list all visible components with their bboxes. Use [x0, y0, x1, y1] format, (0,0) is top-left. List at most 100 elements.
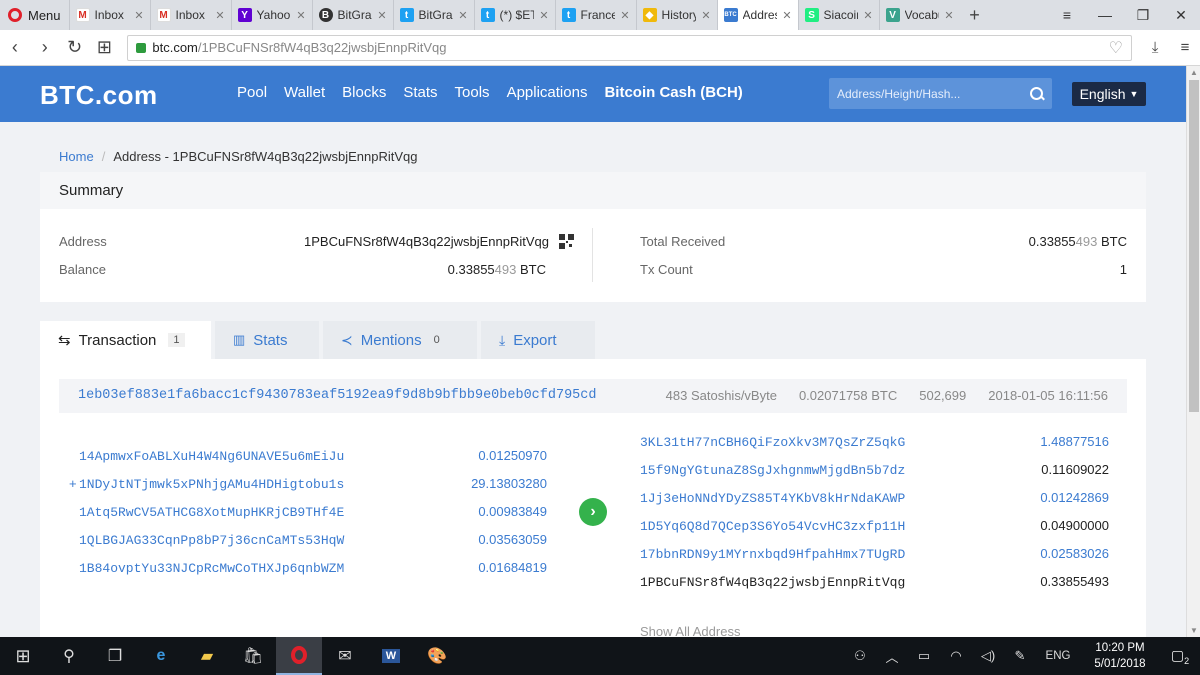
output-address[interactable]: 1D5Yq6Q8d7QCep3S6Yo54VcvHC3zxfp11H: [640, 519, 905, 534]
windows-start-icon[interactable]: ⊞: [0, 637, 46, 675]
browser-tab[interactable]: t France ✕: [554, 0, 636, 30]
new-tab-button[interactable]: +: [960, 5, 990, 26]
browser-tab[interactable]: V Vocabulary ✕: [878, 0, 960, 30]
site-logo[interactable]: BTC.com: [40, 80, 158, 111]
browser-tab[interactable]: M Inbox ✕: [149, 0, 231, 30]
opera-taskbar-icon[interactable]: [276, 637, 322, 675]
browser-tab[interactable]: M Inbox ✕: [68, 0, 150, 30]
input-address[interactable]: 14ApmwxFoABLXuH4W4Ng6UNAVE5u6mEiJu: [79, 449, 344, 464]
browser-tab[interactable]: S Siacoin (SC ✕: [797, 0, 879, 30]
pen-icon[interactable]: ✎: [1004, 648, 1036, 664]
transaction-hash-link[interactable]: 1eb03ef883e1fa6bacc1cf9430783eaf5192ea9f…: [78, 388, 596, 403]
tab-label: Export: [513, 331, 557, 349]
output-address[interactable]: 17bbnRDN9y1MYrnxbqd9HfpahHmx7TUgRD: [640, 547, 905, 562]
expand-plus-icon[interactable]: +: [69, 476, 77, 491]
close-window-icon[interactable]: ✕: [1162, 7, 1200, 24]
wifi-icon[interactable]: ◠: [940, 648, 972, 664]
people-icon[interactable]: ⚇: [844, 648, 876, 664]
search-input[interactable]: [837, 86, 1017, 101]
tab-mentions[interactable]: ≺ Mentions 0: [323, 321, 477, 359]
nav-tools[interactable]: Tools: [455, 84, 490, 101]
volume-icon[interactable]: ◁): [972, 648, 1004, 664]
address-value[interactable]: 1PBCuFNSr8fW4qB3q22jwsbjEnnpRitVqg: [304, 234, 549, 249]
url-path: /1PBCuFNSr8fW4qB3q22jwsbjEnnpRitVqg: [197, 40, 447, 55]
nav-wallet[interactable]: Wallet: [284, 84, 325, 101]
tab-title: Vocabulary: [904, 8, 940, 22]
close-tab-icon[interactable]: ✕: [701, 9, 710, 22]
nav-blocks[interactable]: Blocks: [342, 84, 386, 101]
task-view-icon[interactable]: ❐: [92, 637, 138, 675]
breadcrumb-home[interactable]: Home: [59, 149, 94, 164]
show-hidden-icons-icon[interactable]: ︿: [876, 647, 908, 666]
close-tab-icon[interactable]: ✕: [782, 9, 791, 22]
word-icon[interactable]: W: [368, 637, 414, 675]
file-explorer-icon[interactable]: ▰: [184, 637, 230, 675]
edge-icon[interactable]: e: [138, 637, 184, 675]
content-tabs: ⇆ Transaction 1 ▥ Stats ≺ Mentions 0 ⤓ E…: [40, 321, 595, 359]
output-address[interactable]: 15f9NgYGtunaZ8SgJxhgnmwMjgdBn5b7dz: [640, 463, 905, 478]
restore-icon[interactable]: ❐: [1124, 7, 1162, 24]
search-icon[interactable]: ⚲: [46, 637, 92, 675]
input-address[interactable]: 1Atq5RwCV5ATHCG8XotMupHKRjCB9THf4E: [79, 505, 344, 520]
close-tab-icon[interactable]: ✕: [539, 9, 548, 22]
scrollbar-thumb[interactable]: [1189, 80, 1199, 412]
action-center-icon[interactable]: ▢2: [1160, 647, 1200, 666]
paint-icon[interactable]: 🎨: [414, 637, 460, 675]
close-tab-icon[interactable]: ✕: [377, 9, 386, 22]
output-address[interactable]: 3KL31tH77nCBH6QiFzoXkv3M7QsZrZ5qkG: [640, 435, 905, 450]
browser-tab-active[interactable]: BTC Address ✕: [716, 0, 798, 30]
minimize-icon[interactable]: —: [1086, 7, 1124, 24]
browser-menu-icon[interactable]: ≡: [1170, 39, 1200, 56]
page-scrollbar[interactable]: ▲ ▼: [1186, 66, 1200, 637]
summary-title: Summary: [40, 172, 1146, 209]
close-tab-icon[interactable]: ✕: [215, 9, 224, 22]
browser-tab[interactable]: ◆ History-Bi ✕: [635, 0, 717, 30]
input-address[interactable]: 1B84ovptYu33NJCpRcMwCoTHXJp6qnbWZM: [79, 561, 344, 576]
browser-tab[interactable]: t BitGrail ✕: [392, 0, 474, 30]
qr-code-icon[interactable]: [559, 234, 574, 249]
scroll-up-icon[interactable]: ▲: [1190, 68, 1198, 77]
nav-stats[interactable]: Stats: [403, 84, 437, 101]
close-tab-icon[interactable]: ✕: [620, 9, 629, 22]
tab-label: Transaction: [78, 331, 157, 349]
close-tab-icon[interactable]: ✕: [863, 9, 872, 22]
mail-icon[interactable]: ✉: [322, 637, 368, 675]
close-tab-icon[interactable]: ✕: [134, 9, 143, 22]
browser-tab[interactable]: t (*) $ETN ✕: [473, 0, 555, 30]
input-language[interactable]: ENG: [1036, 650, 1080, 662]
close-tab-icon[interactable]: ✕: [458, 9, 467, 22]
store-icon[interactable]: 🛍: [230, 637, 276, 675]
url-input[interactable]: btc.com/1PBCuFNSr8fW4qB3q22jwsbjEnnpRitV…: [127, 34, 1133, 61]
tab-export[interactable]: ⤓ Export: [481, 321, 595, 359]
secure-lock-icon: [136, 42, 147, 53]
close-tab-icon[interactable]: ✕: [944, 9, 953, 22]
tiles-icon[interactable]: ⊞: [90, 37, 120, 58]
download-icon[interactable]: ⤓: [1140, 39, 1170, 56]
clock[interactable]: 10:20 PM 5/01/2018: [1080, 640, 1160, 672]
block-height[interactable]: 502,699: [919, 388, 966, 403]
tab-stats[interactable]: ▥ Stats: [215, 321, 319, 359]
total-received-unit: BTC: [1101, 234, 1127, 249]
browser-tab[interactable]: Y Yahoo ✕: [230, 0, 312, 30]
battery-icon[interactable]: ▭: [908, 648, 940, 664]
nav-bitcoin-cash[interactable]: Bitcoin Cash (BCH): [604, 84, 742, 101]
url-host: btc.com: [152, 40, 198, 55]
reload-icon[interactable]: ↻: [60, 37, 90, 58]
bookmark-heart-icon[interactable]: ♡: [1109, 38, 1123, 58]
browser-tab[interactable]: B BitGrail ✕: [311, 0, 393, 30]
nav-applications[interactable]: Applications: [507, 84, 588, 101]
input-address[interactable]: 1QLBGJAG33CqnPp8bP7j36cnCaMTs53HqW: [79, 533, 344, 548]
opera-menu-button[interactable]: Menu: [0, 0, 69, 30]
output-address[interactable]: 1Jj3eHoNNdYDyZS85T4YKbV8kHrNdaKAWP: [640, 491, 905, 506]
forward-icon[interactable]: ›: [30, 37, 60, 58]
back-icon[interactable]: ‹: [0, 37, 30, 58]
tab-transaction[interactable]: ⇆ Transaction 1: [40, 321, 211, 359]
scroll-down-icon[interactable]: ▼: [1190, 626, 1198, 635]
nav-pool[interactable]: Pool: [237, 84, 267, 101]
input-address[interactable]: 1NDyJtNTjmwk5xPNhjgAMu4HDHigtobu1s: [79, 477, 344, 492]
language-dropdown[interactable]: English ▼: [1072, 82, 1146, 106]
search-icon[interactable]: [1030, 86, 1044, 101]
close-tab-icon[interactable]: ✕: [296, 9, 305, 22]
notification-count: 2: [1184, 655, 1190, 666]
tab-menu-icon[interactable]: ≡: [1048, 7, 1086, 24]
